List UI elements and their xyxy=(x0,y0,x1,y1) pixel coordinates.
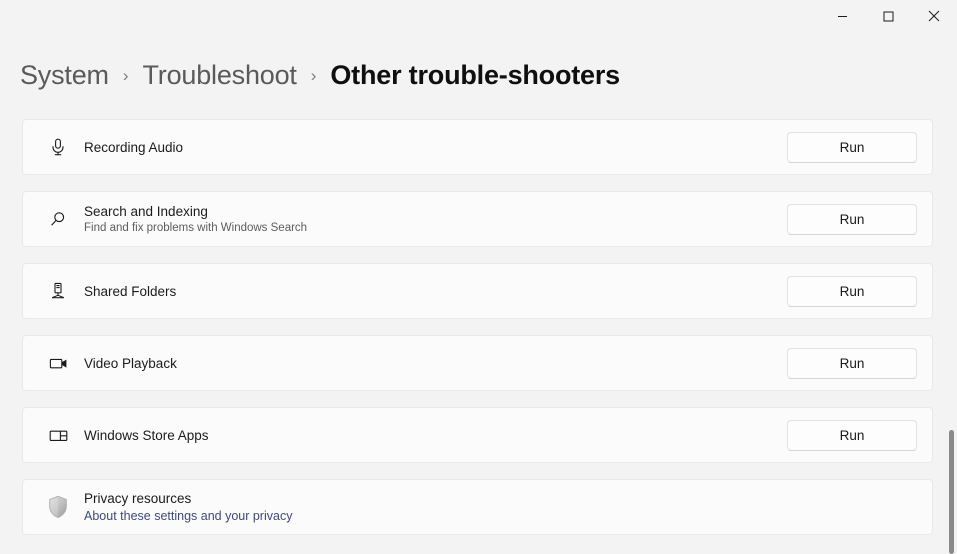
run-button-windows-store-apps[interactable]: Run xyxy=(787,419,917,451)
scrollbar-thumb[interactable] xyxy=(949,430,954,554)
troubleshooter-subtitle: Find and fix problems with Windows Searc… xyxy=(84,221,308,234)
troubleshooter-row-video-playback[interactable]: Video Playback Run xyxy=(22,335,933,391)
run-button-shared-folders[interactable]: Run xyxy=(787,275,917,307)
microphone-icon xyxy=(39,137,77,157)
maximize-button[interactable] xyxy=(865,0,911,32)
privacy-resources-row: Privacy resources About these settings a… xyxy=(22,479,933,535)
breadcrumb-separator-icon: › xyxy=(122,66,129,85)
minimize-icon xyxy=(837,11,848,22)
troubleshooter-text: Video Playback xyxy=(77,355,787,372)
shared-folders-icon xyxy=(39,281,77,301)
troubleshooter-row-windows-store-apps[interactable]: Windows Store Apps Run xyxy=(22,407,933,463)
breadcrumb-separator-icon: › xyxy=(310,66,317,85)
troubleshooter-title: Search and Indexing xyxy=(84,203,208,219)
privacy-text: Privacy resources About these settings a… xyxy=(77,490,917,524)
troubleshooter-title: Recording Audio xyxy=(84,139,184,155)
video-camera-icon xyxy=(39,353,77,374)
vertical-scrollbar[interactable] xyxy=(942,32,957,554)
minimize-button[interactable] xyxy=(819,0,865,32)
breadcrumb-item-troubleshoot[interactable]: Troubleshoot xyxy=(143,60,297,91)
privacy-settings-link[interactable]: About these settings and your privacy xyxy=(84,508,292,524)
maximize-icon xyxy=(883,11,894,22)
search-icon xyxy=(39,209,77,229)
close-icon xyxy=(928,10,940,22)
troubleshooter-text: Recording Audio xyxy=(77,139,787,156)
run-button-search-and-indexing[interactable]: Run xyxy=(787,203,917,235)
page-title: Other trouble-shooters xyxy=(330,59,620,90)
troubleshooter-title: Windows Store Apps xyxy=(84,427,209,443)
run-button-recording-audio[interactable]: Run xyxy=(787,131,917,163)
troubleshooter-row-shared-folders[interactable]: Shared Folders Run xyxy=(22,263,933,319)
breadcrumb-item-system[interactable]: System xyxy=(20,60,109,91)
troubleshooter-row-search-and-indexing[interactable]: Search and Indexing Find and fix problem… xyxy=(22,191,933,247)
run-button-video-playback[interactable]: Run xyxy=(787,347,917,379)
troubleshooter-title: Video Playback xyxy=(84,355,177,371)
troubleshooter-text: Windows Store Apps xyxy=(77,427,787,444)
troubleshooter-list: Recording Audio Run Search and Indexing … xyxy=(22,119,933,551)
troubleshooter-row-recording-audio[interactable]: Recording Audio Run xyxy=(22,119,933,175)
close-button[interactable] xyxy=(911,0,957,32)
privacy-title: Privacy resources xyxy=(84,491,192,506)
title-bar xyxy=(0,0,957,32)
troubleshooter-text: Search and Indexing Find and fix problem… xyxy=(77,203,787,236)
breadcrumb: System › Troubleshoot › Other trouble-sh… xyxy=(20,56,620,94)
troubleshooter-title: Shared Folders xyxy=(84,283,177,299)
app-window-icon xyxy=(39,425,77,446)
troubleshooter-text: Shared Folders xyxy=(77,283,787,300)
shield-icon xyxy=(39,494,77,520)
